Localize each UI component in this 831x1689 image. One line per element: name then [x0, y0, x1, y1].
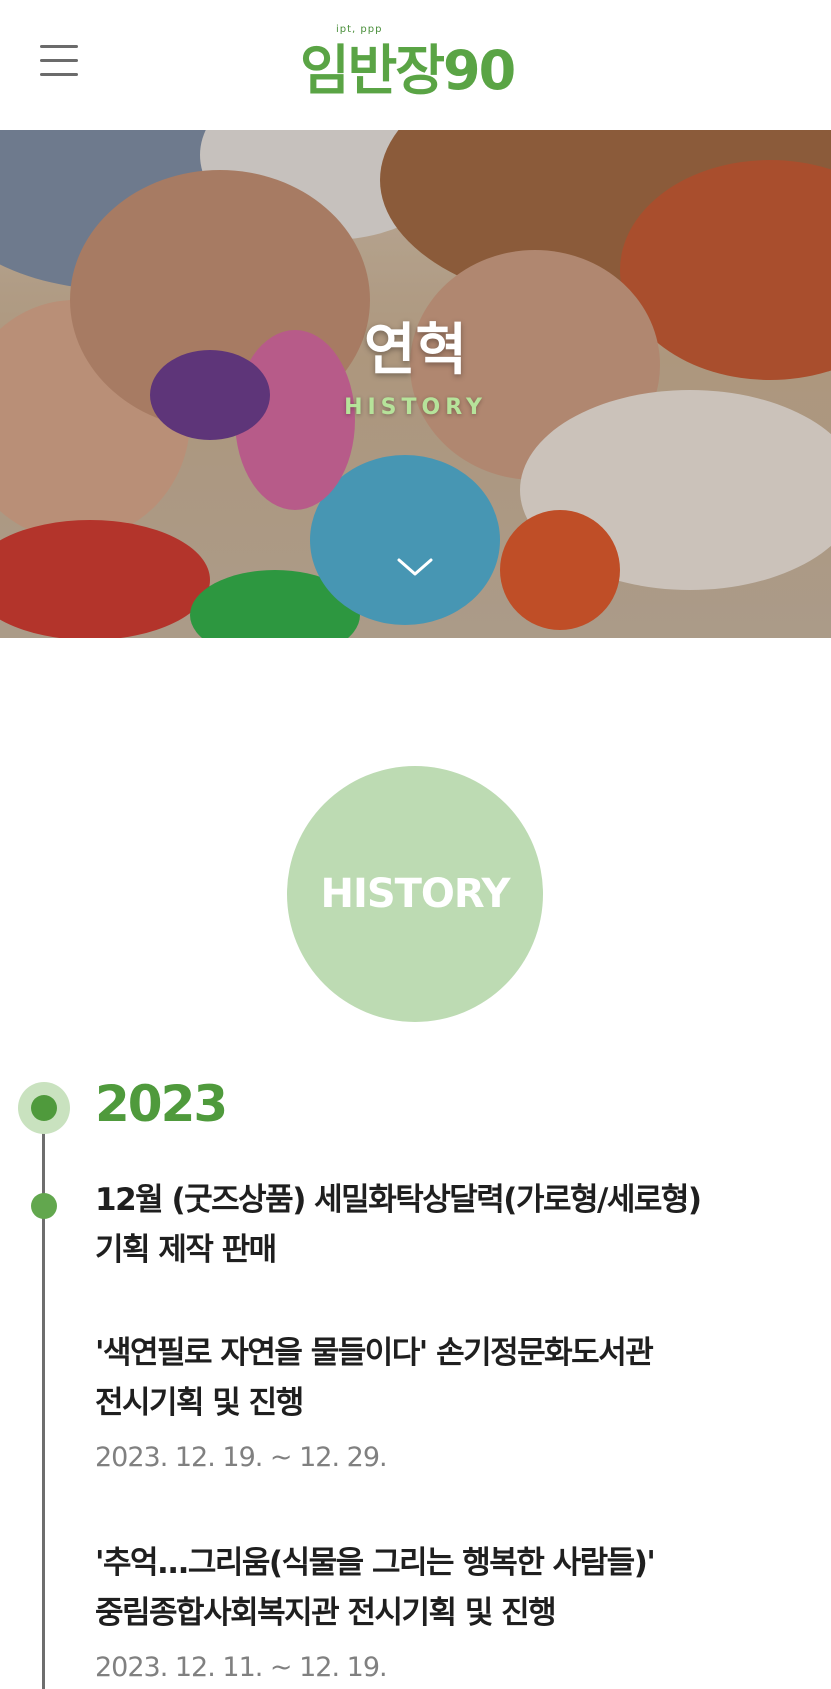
entry-title-line: 12월 (굿즈상품) 세밀화탁상달력(가로형/세로형) — [95, 1182, 702, 1218]
site-logo[interactable]: ipt, ppp 임반장90 — [300, 18, 540, 108]
hero-subtitle: HISTORY — [344, 395, 487, 420]
chevron-down-icon[interactable] — [395, 552, 435, 582]
timeline-entry-dot — [31, 1193, 57, 1219]
entry-date: 2023. 12. 11. ~ 12. 19. — [95, 1652, 388, 1683]
entry-title-line: '추억...그리움(식물을 그리는 행복한 사람들)' — [95, 1545, 656, 1581]
entry-date: 2023. 12. 19. ~ 12. 29. — [95, 1442, 388, 1473]
entry-title-line: '색연필로 자연을 물들이다' 손기정문화도서관 — [95, 1335, 654, 1371]
entry-title-line: 기획 제작 판매 — [95, 1232, 277, 1268]
timeline-entry: '색연필로 자연을 물들이다' 손기정문화도서관 전시기획 및 진행 2023.… — [95, 1328, 795, 1473]
entry-title-line: 전시기획 및 진행 — [95, 1385, 304, 1421]
entry-title-line: 중림종합사회복지관 전시기획 및 진행 — [95, 1595, 557, 1631]
site-header: ipt, ppp 임반장90 — [0, 0, 831, 130]
history-badge: HISTORY — [287, 766, 543, 1022]
timeline-entry: '추억...그리움(식물을 그리는 행복한 사람들)' 중림종합사회복지관 전시… — [95, 1538, 795, 1683]
timeline-entry: 12월 (굿즈상품) 세밀화탁상달력(가로형/세로형) 기획 제작 판매 — [95, 1175, 795, 1275]
timeline-year-dot — [31, 1095, 57, 1121]
hamburger-menu-icon[interactable] — [40, 45, 80, 85]
logo-text: 임반장90 — [300, 39, 516, 102]
history-badge-label: HISTORY — [320, 871, 510, 917]
hero-banner: 연혁 HISTORY — [0, 130, 831, 638]
hero-title: 연혁 — [363, 318, 468, 383]
timeline-year: 2023 — [95, 1075, 228, 1133]
